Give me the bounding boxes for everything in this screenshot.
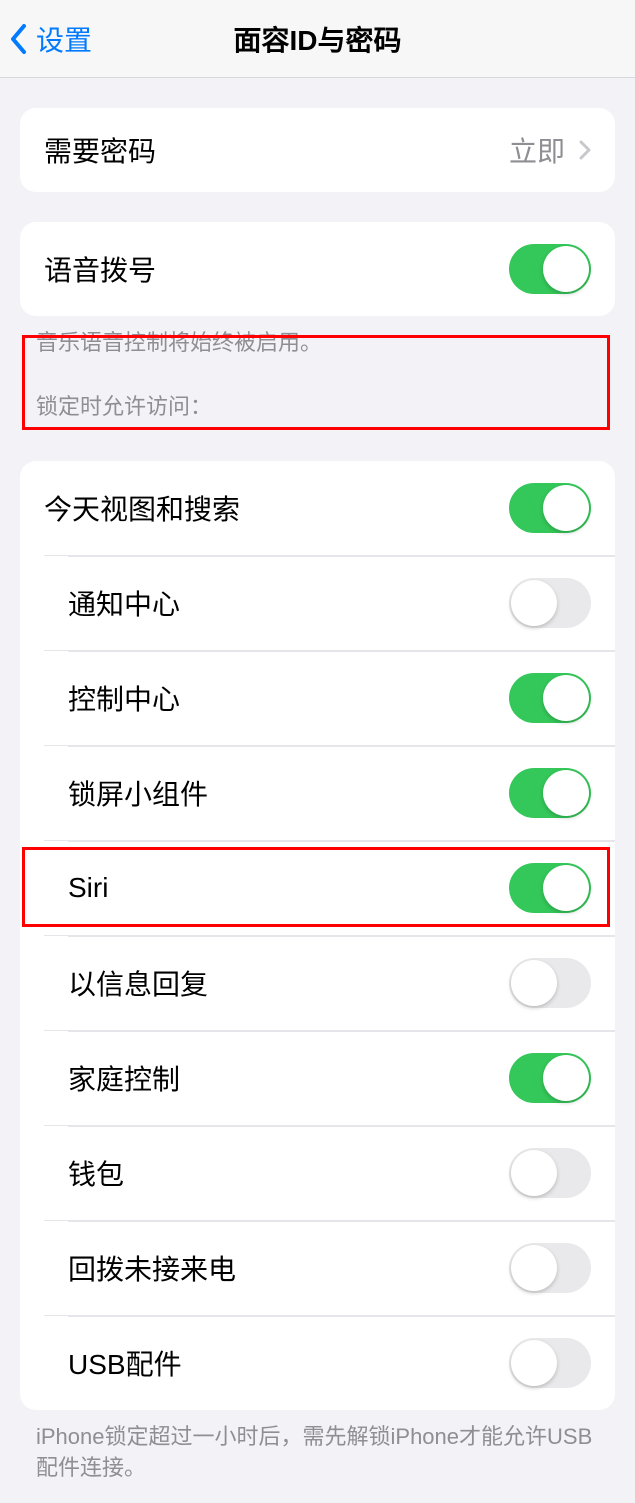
lock-access-toggle[interactable] xyxy=(509,863,591,913)
lock-access-label: 回拨未接来电 xyxy=(68,1248,236,1288)
lock-access-row: 今天视图和搜索 xyxy=(20,461,615,555)
lock-access-label: Siri xyxy=(68,872,108,904)
lock-access-row: 家庭控制 xyxy=(44,1030,615,1125)
lock-access-row: USB配件 xyxy=(44,1315,615,1410)
lock-access-toggle[interactable] xyxy=(509,673,591,723)
lock-access-toggle[interactable] xyxy=(509,483,591,533)
back-button[interactable]: 设置 xyxy=(0,19,92,59)
lock-access-row: 控制中心 xyxy=(44,650,615,745)
lock-access-header: 锁定时允许访问： xyxy=(0,359,635,431)
lock-access-toggle[interactable] xyxy=(509,768,591,818)
lock-access-label: USB配件 xyxy=(68,1343,182,1383)
lock-access-row: 钱包 xyxy=(44,1125,615,1220)
lock-access-label: 今天视图和搜索 xyxy=(44,488,240,528)
lock-access-toggle[interactable] xyxy=(509,1053,591,1103)
voice-dial-toggle[interactable] xyxy=(509,244,591,294)
lock-access-row: Siri xyxy=(44,840,615,935)
lock-access-label: 锁屏小组件 xyxy=(68,773,208,813)
require-passcode-label: 需要密码 xyxy=(44,130,156,170)
require-passcode-row[interactable]: 需要密码 立即 xyxy=(20,108,615,192)
lock-access-row: 锁屏小组件 xyxy=(44,745,615,840)
lock-access-row: 以信息回复 xyxy=(44,935,615,1030)
lock-access-label: 以信息回复 xyxy=(68,963,208,1003)
lock-access-toggle[interactable] xyxy=(509,958,591,1008)
lock-access-label: 家庭控制 xyxy=(68,1058,180,1098)
lock-access-label: 控制中心 xyxy=(68,678,180,718)
require-passcode-group: 需要密码 立即 xyxy=(20,108,615,192)
chevron-left-icon xyxy=(10,24,28,54)
navigation-header: 设置 面容ID与密码 xyxy=(0,0,635,78)
lock-access-label: 通知中心 xyxy=(68,583,180,623)
voice-dial-group: 语音拨号 xyxy=(20,222,615,316)
back-label: 设置 xyxy=(36,19,92,59)
lock-access-group: 今天视图和搜索通知中心控制中心锁屏小组件 Siri 以信息回复家庭控制钱包回拨未接来… xyxy=(20,461,615,1410)
voice-dial-row: 语音拨号 xyxy=(20,222,615,316)
lock-access-toggle[interactable] xyxy=(509,1243,591,1293)
chevron-right-icon xyxy=(579,140,591,160)
lock-access-footer: iPhone锁定超过一小时后，需先解锁iPhone才能允许USB配件连接。 xyxy=(0,1410,635,1484)
page-title: 面容ID与密码 xyxy=(233,19,401,59)
voice-dial-footer: 音乐语音控制将始终被启用。 xyxy=(0,316,635,359)
require-passcode-value: 立即 xyxy=(509,130,565,170)
lock-access-toggle[interactable] xyxy=(509,578,591,628)
lock-access-toggle[interactable] xyxy=(509,1338,591,1388)
lock-access-toggle[interactable] xyxy=(509,1148,591,1198)
lock-access-label: 钱包 xyxy=(68,1153,124,1193)
lock-access-row: 通知中心 xyxy=(44,555,615,650)
lock-access-row: 回拨未接来电 xyxy=(44,1220,615,1315)
voice-dial-label: 语音拨号 xyxy=(44,249,156,289)
settings-scroll[interactable]: 需要密码 立即 语音拨号 音乐语音控制将始终被启用。 锁定时允许访问： 今天视图… xyxy=(0,108,635,1503)
